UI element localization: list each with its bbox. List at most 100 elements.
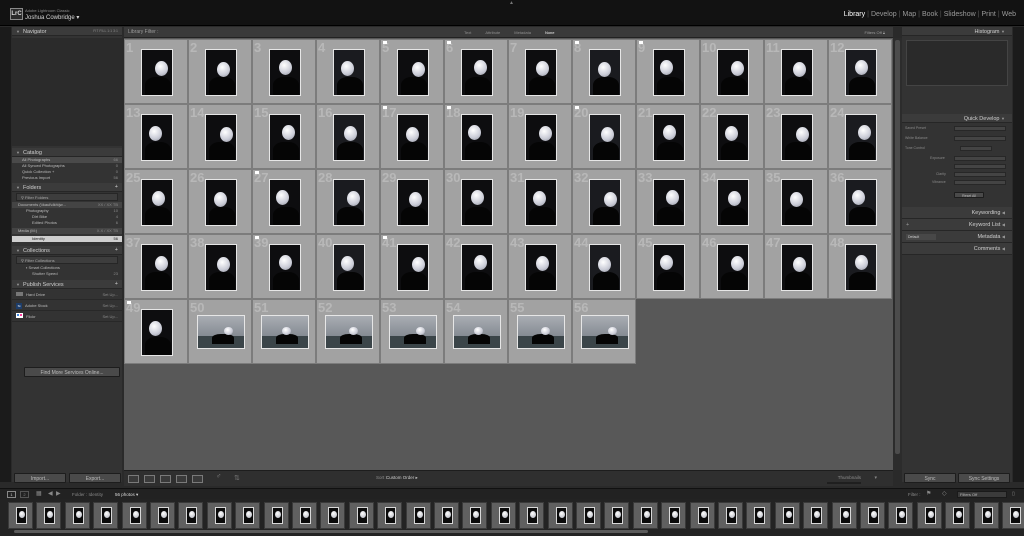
thumbnail-cell[interactable]: 27 — [252, 169, 316, 234]
thumbnail-cell[interactable]: 31 — [508, 169, 572, 234]
edit-badge-icon[interactable] — [575, 41, 579, 44]
thumbnail-cell[interactable]: 2 — [188, 39, 252, 104]
edit-badge-icon[interactable] — [255, 236, 259, 239]
photo-thumbnail[interactable] — [325, 315, 373, 349]
thumbnail-cell[interactable]: 38 — [188, 234, 252, 299]
filmstrip-thumbnail[interactable] — [320, 502, 346, 529]
photo-thumbnail[interactable] — [845, 179, 877, 226]
thumbnail-cell[interactable]: 37 — [124, 234, 188, 299]
add-folder-icon[interactable]: + — [115, 183, 118, 192]
filmstrip-thumbnail[interactable] — [661, 502, 687, 529]
sync-button[interactable]: Sync — [904, 473, 956, 483]
collapse-top-panel-icon[interactable]: ▲ — [509, 0, 514, 6]
navigator-header[interactable]: ▼ Navigator FIT FILL 1:1 3:1 — [12, 27, 122, 36]
thumbnail-cell[interactable]: 49 — [124, 299, 188, 364]
keywording-header[interactable]: Keywording ◀ — [902, 207, 1012, 219]
thumbnail-cell[interactable]: 20 — [572, 104, 636, 169]
photo-thumbnail[interactable] — [461, 179, 493, 226]
filter-switch-icon[interactable]: ▯ — [1012, 491, 1015, 497]
edit-badge-icon[interactable] — [575, 106, 579, 109]
filmstrip-thumbnail[interactable] — [178, 502, 204, 529]
photo-thumbnail[interactable] — [525, 114, 557, 161]
thumbnail-cell[interactable]: 3 — [252, 39, 316, 104]
thumbnail-cell[interactable]: 21 — [636, 104, 700, 169]
sort-dropdown[interactable]: Custom Order ▸ — [386, 475, 418, 481]
filmstrip-thumbnail[interactable] — [434, 502, 459, 529]
thumbnail-cell[interactable]: 34 — [700, 169, 764, 234]
metadata-header[interactable]: Default Metadata ◀ — [902, 231, 1012, 243]
flag-icon[interactable]: ⚑ — [926, 490, 931, 497]
photo-thumbnail[interactable] — [389, 315, 437, 349]
thumbnail-cell[interactable]: 5 — [380, 39, 444, 104]
thumbnail-cell[interactable]: 40 — [316, 234, 380, 299]
edit-badge-icon[interactable] — [255, 171, 259, 174]
photo-thumbnail[interactable] — [269, 244, 301, 291]
photo-thumbnail[interactable] — [205, 49, 237, 96]
filmstrip-thumbnail[interactable] — [235, 502, 261, 529]
thumbnail-cell[interactable]: 41 — [380, 234, 444, 299]
photo-thumbnail[interactable] — [717, 49, 749, 96]
navigator-zoom-options[interactable]: FIT FILL 1:1 3:1 — [93, 27, 118, 36]
thumbnail-cell[interactable]: 33 — [636, 169, 700, 234]
export-button[interactable]: Export... — [69, 473, 121, 483]
grid-view-icon[interactable] — [128, 475, 139, 483]
photo-thumbnail[interactable] — [141, 244, 173, 291]
filters-off-dropdown[interactable]: Filters Off 🔒︎ — [864, 30, 885, 35]
thumbnail-cell[interactable]: 50 — [188, 299, 252, 364]
filmstrip-thumbnail[interactable] — [206, 502, 232, 529]
thumbnail-cell[interactable]: 9 — [636, 39, 700, 104]
folders-header[interactable]: ▼ Folders + — [12, 183, 122, 192]
photo-thumbnail[interactable] — [581, 315, 629, 349]
reset-all-button[interactable]: Reset All — [954, 192, 984, 198]
module-library[interactable]: Library — [842, 11, 867, 18]
filmstrip-thumbnail[interactable] — [774, 502, 800, 529]
filmstrip-source-path[interactable]: Folder : Identity — [72, 492, 103, 497]
photo-thumbnail[interactable] — [397, 49, 429, 96]
photo-thumbnail[interactable] — [141, 179, 173, 226]
grid-scroll-thumb[interactable] — [895, 40, 900, 454]
photo-thumbnail[interactable] — [717, 244, 749, 291]
thumbnail-cell[interactable]: 28 — [316, 169, 380, 234]
filmstrip-thumbnail[interactable] — [547, 502, 573, 529]
module-print[interactable]: Print — [979, 11, 997, 18]
import-button[interactable]: Import... — [14, 473, 66, 483]
filmstrip-thumbnail[interactable] — [973, 502, 999, 529]
edit-badge-icon[interactable] — [383, 236, 387, 239]
photo-thumbnail[interactable] — [205, 244, 237, 291]
filmstrip-thumbnail[interactable] — [519, 502, 545, 529]
filmstrip-thumbnail[interactable] — [860, 502, 885, 529]
photo-thumbnail[interactable] — [525, 244, 557, 291]
thumbnail-cell[interactable]: 19 — [508, 104, 572, 169]
thumbnail-cell[interactable]: 6 — [444, 39, 508, 104]
publish-flickr[interactable]: Flickr Set Up... — [12, 311, 122, 322]
photo-thumbnail[interactable] — [525, 49, 557, 96]
photo-thumbnail[interactable] — [397, 244, 429, 291]
edit-badge-icon[interactable] — [639, 41, 643, 44]
photo-thumbnail[interactable] — [205, 179, 237, 226]
filmstrip-thumbnail[interactable] — [945, 502, 971, 529]
photo-thumbnail[interactable] — [261, 315, 309, 349]
catalog-item-previous-import[interactable]: Previous Import 56 — [12, 175, 122, 181]
histogram-header[interactable]: Histogram ▼ — [902, 27, 1012, 36]
photo-thumbnail[interactable] — [141, 309, 173, 356]
thumbnail-cell[interactable]: 26 — [188, 169, 252, 234]
filmstrip-thumbnail[interactable] — [348, 502, 374, 529]
filmstrip-thumbnail[interactable] — [263, 502, 289, 529]
edit-badge-icon[interactable] — [127, 301, 131, 304]
filmstrip-thumbnail[interactable] — [576, 502, 601, 529]
grid-icon[interactable]: ▦ — [36, 490, 42, 497]
photo-thumbnail[interactable] — [781, 179, 813, 226]
service-setup-link[interactable]: Set Up... — [102, 289, 118, 300]
edit-badge-icon[interactable] — [383, 41, 387, 44]
photo-thumbnail[interactable] — [461, 244, 493, 291]
page-1-button[interactable]: 1 — [7, 491, 16, 498]
filmstrip-thumbnail[interactable] — [377, 502, 403, 529]
photo-thumbnail[interactable] — [205, 114, 237, 161]
filmstrip-thumbnail[interactable] — [292, 502, 317, 529]
photo-thumbnail[interactable] — [197, 315, 245, 349]
thumbnail-cell[interactable]: 47 — [764, 234, 828, 299]
module-develop[interactable]: Develop — [869, 11, 899, 18]
publish-hard-drive[interactable]: Hard Drive Set Up... — [12, 289, 122, 300]
photo-thumbnail[interactable] — [333, 244, 365, 291]
filmstrip-thumbnail[interactable] — [604, 502, 630, 529]
